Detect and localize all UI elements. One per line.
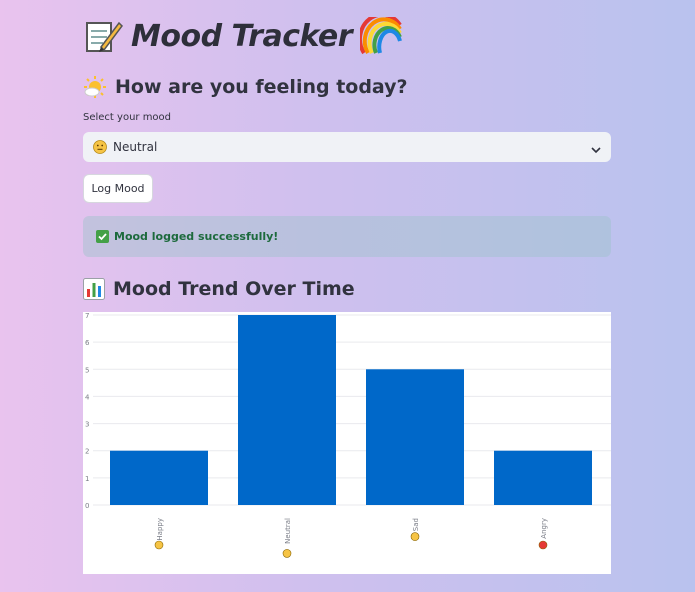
x-tick-label: Neutral	[284, 518, 292, 544]
select-label: Select your mood	[83, 112, 172, 123]
y-tick-label: 0	[85, 502, 89, 510]
chevron-down-icon[interactable]	[590, 141, 602, 160]
x-tick-label: Angry	[540, 518, 548, 539]
neutral-face-icon	[282, 549, 292, 558]
x-tick-label: Sad	[412, 518, 420, 531]
happy-face-icon	[154, 540, 164, 550]
rainbow-icon	[360, 17, 404, 55]
bar-angry	[494, 450, 592, 505]
subheader-text: How are you feeling today?	[115, 76, 408, 98]
mood-subheader: How are you feeling today?	[83, 74, 408, 100]
y-tick-label: 6	[85, 339, 90, 347]
y-tick-label: 1	[85, 475, 89, 483]
y-tick-label: 3	[85, 421, 89, 429]
log-mood-button[interactable]: Log Mood	[83, 174, 153, 203]
bar-chart-icon	[83, 278, 105, 300]
neutral-face-icon	[93, 140, 107, 154]
bar-neutral	[238, 315, 336, 505]
chart-title-text: Mood Trend Over Time	[113, 278, 355, 300]
mood-select[interactable]: Neutral	[83, 132, 611, 162]
bar-sad	[366, 369, 464, 505]
chart-svg: 0 1 2 3 4 5 6 7 Happy Neutral Sad Angry	[85, 312, 611, 558]
sad-face-icon	[410, 532, 420, 541]
success-alert: Mood logged successfully!	[83, 216, 611, 257]
mood-trend-chart: 0 1 2 3 4 5 6 7 Happy Neutral Sad Angry	[83, 312, 611, 574]
alert-message: Mood logged successfully!	[114, 230, 279, 243]
y-tick-label: 4	[85, 393, 90, 401]
y-tick-label: 5	[85, 366, 89, 374]
x-tick-label: Happy	[156, 518, 164, 541]
mood-select-value: Neutral	[113, 140, 158, 154]
y-tick-label: 7	[85, 312, 89, 320]
y-tick-label: 2	[85, 448, 89, 456]
memo-icon	[83, 17, 123, 55]
angry-face-icon	[538, 540, 548, 550]
bar-happy	[110, 450, 208, 505]
check-mark-icon	[96, 230, 109, 243]
title-text: Mood Tracker	[131, 18, 353, 54]
sun-behind-cloud-icon	[83, 76, 107, 98]
page-title: Mood Tracker	[83, 16, 404, 56]
chart-section-title: Mood Trend Over Time	[83, 276, 355, 302]
